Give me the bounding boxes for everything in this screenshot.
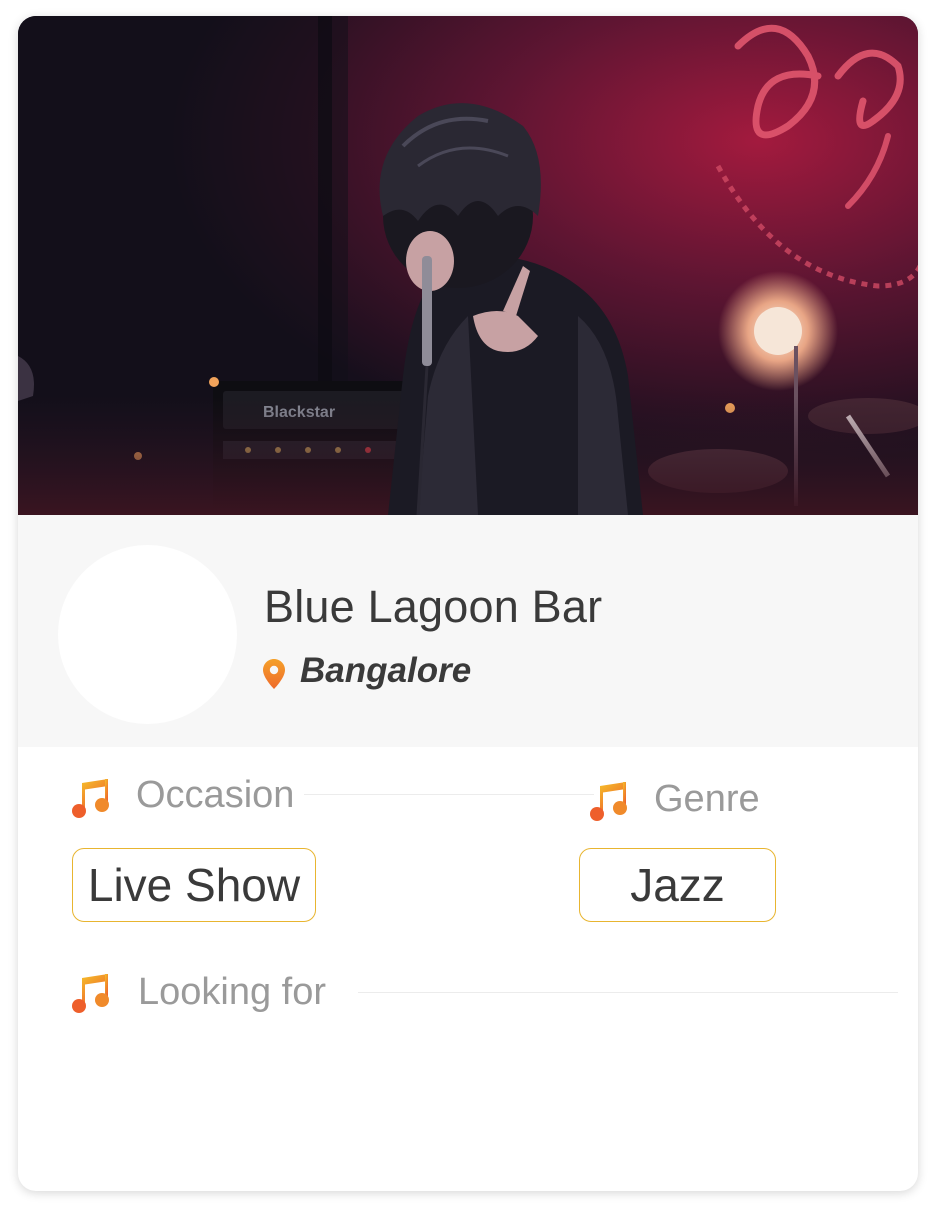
venue-name: Blue Lagoon Bar: [264, 581, 603, 632]
avatar[interactable]: [58, 545, 237, 724]
occasion-divider: [304, 794, 594, 795]
venue-city: Bangalore: [300, 651, 472, 690]
genre-chip[interactable]: Jazz: [579, 848, 776, 922]
genre-label: Genre: [654, 778, 760, 820]
music-note-icon: [72, 779, 109, 818]
music-note-icon: [72, 974, 109, 1013]
looking-for-divider: [358, 992, 898, 993]
looking-for-label: Looking for: [138, 971, 327, 1013]
occasion-label: Occasion: [136, 774, 295, 816]
location-pin-icon: [263, 659, 285, 689]
profile-header: Blue Lagoon Bar Bangalore: [18, 515, 918, 747]
occasion-chip[interactable]: Live Show: [72, 848, 316, 922]
cover-photo: Blackstar: [18, 16, 918, 515]
music-note-icon: [590, 782, 627, 821]
venue-card[interactable]: Blackstar: [18, 16, 918, 1191]
